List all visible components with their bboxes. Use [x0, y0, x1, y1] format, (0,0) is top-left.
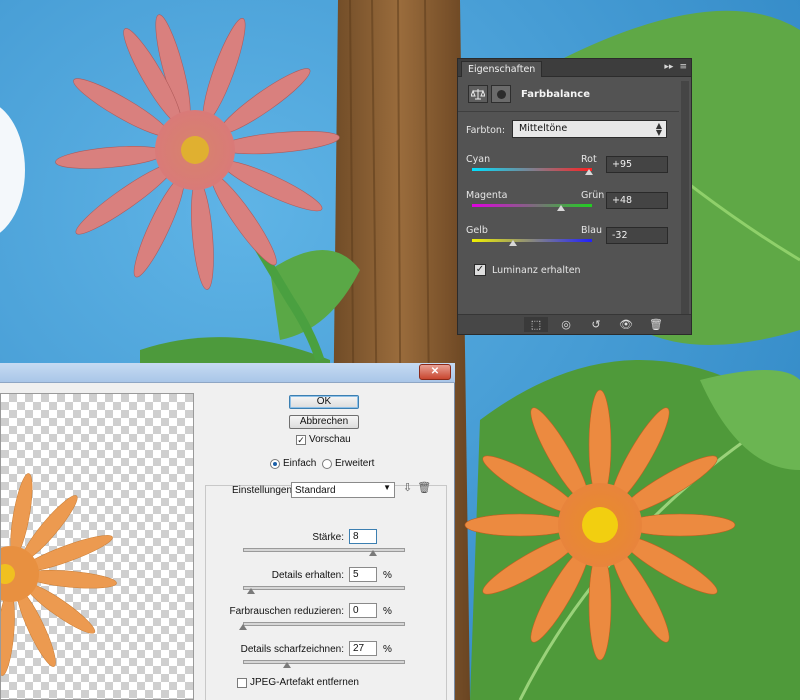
ok-button[interactable]: OK [289, 395, 359, 409]
param-input[interactable]: 5 [349, 567, 377, 582]
settings-group [205, 485, 447, 700]
param-label: Stärke: [312, 532, 344, 543]
trash-icon[interactable]: 🗑 [644, 317, 668, 332]
adjustment-title: Farbbalance [521, 88, 590, 100]
preview-label: Vorschau [309, 434, 351, 445]
jpeg-checkbox-row[interactable]: JPEG-Artefakt entfernen [237, 677, 359, 688]
slider-track[interactable] [472, 239, 592, 242]
slider-thumb[interactable] [556, 205, 565, 211]
param-input[interactable]: 0 [349, 603, 377, 618]
luminance-checkbox[interactable]: ✓ [474, 264, 486, 276]
param-label: Details scharfzeichnen: [240, 644, 344, 655]
tab-eigenschaften[interactable]: Eigenschaften [461, 61, 543, 77]
mode-advanced-radio-row[interactable]: Erweitert [322, 458, 374, 469]
slider-right-label: Rot [581, 154, 597, 165]
visibility-eye-icon[interactable]: 👁 [614, 317, 638, 332]
slider-right-label: Blau [581, 225, 602, 236]
layer-mask-icon[interactable] [491, 85, 511, 103]
param-slider-thumb[interactable] [368, 550, 377, 556]
param-unit: % [383, 606, 392, 617]
updown-arrow-icon: ▲ ▼ [655, 121, 662, 137]
adjustment-header: Farbbalance [468, 85, 590, 103]
jpeg-label: JPEG-Artefakt entfernen [250, 677, 359, 688]
tone-label: Farbton: [466, 125, 506, 136]
slider-track[interactable] [472, 204, 592, 207]
settings-select[interactable]: Standard ▼ [291, 482, 395, 498]
slider-left-label: Magenta [466, 190, 508, 201]
slider-thumb[interactable] [585, 169, 593, 175]
param-slider-track[interactable] [243, 586, 405, 590]
panel-footer: ⬚ ◎ ↺ 👁 🗑 [458, 314, 691, 334]
param-slider-track[interactable] [243, 660, 405, 664]
mode-advanced-label: Erweitert [335, 458, 375, 469]
clip-to-layer-icon[interactable]: ⬚ [524, 317, 548, 332]
slider-left-label: Cyan [466, 154, 491, 165]
slider-value-input[interactable]: +48 [606, 192, 668, 209]
param-unit: % [383, 570, 392, 581]
preview-checkbox-row[interactable]: ✓ Vorschau [296, 434, 351, 445]
param-slider-thumb[interactable] [239, 624, 247, 630]
mode-simple-radio[interactable] [270, 458, 280, 469]
luminance-checkbox-row[interactable]: ✓ Luminanz erhalten [474, 264, 581, 276]
param-slider-track[interactable] [243, 622, 405, 626]
chevron-down-icon: ▼ [383, 483, 391, 492]
view-previous-state-icon[interactable]: ◎ [554, 317, 578, 332]
preview-area[interactable] [0, 393, 194, 700]
preview-checkbox[interactable]: ✓ [296, 434, 306, 445]
tone-select[interactable]: Mitteltöne ▲ ▼ [512, 120, 667, 138]
panel-tabbar: Eigenschaften ▸▸ ≡ [458, 59, 691, 77]
reset-icon[interactable]: ↺ [584, 317, 608, 332]
mode-simple-label: Einfach [283, 458, 317, 469]
mode-simple-radio-row[interactable]: Einfach [270, 458, 316, 469]
param-input[interactable]: 8 [349, 529, 377, 544]
param-label: Farbrauschen reduzieren: [229, 606, 344, 617]
cancel-button[interactable]: Abbrechen [289, 415, 359, 429]
tone-select-value: Mitteltöne [519, 123, 568, 134]
mode-advanced-radio[interactable] [322, 458, 332, 469]
slider-value-input[interactable]: +95 [606, 156, 668, 173]
param-unit: % [383, 644, 392, 655]
dialog-titlebar[interactable]: ✕ [0, 363, 455, 383]
properties-panel: Eigenschaften ▸▸ ≡ Farbbalance Farbton: … [457, 58, 692, 335]
close-button[interactable]: ✕ [419, 364, 451, 380]
panel-menu-icon[interactable]: ≡ [679, 62, 687, 72]
settings-label: Einstellungen: [232, 485, 295, 496]
save-settings-icon[interactable]: ⇩ [403, 481, 412, 494]
jpeg-checkbox[interactable] [237, 677, 247, 688]
delete-settings-icon[interactable]: 🗑 [417, 481, 431, 494]
slider-right-label: Grün [581, 190, 605, 201]
slider-thumb[interactable] [508, 240, 517, 246]
panel-scrollbar[interactable] [681, 81, 689, 315]
color-balance-icon[interactable] [468, 85, 488, 103]
settings-select-value: Standard [295, 485, 336, 496]
param-label: Details erhalten: [271, 570, 344, 581]
divider [458, 111, 679, 112]
reduce-noise-dialog: ✕ OK Abbrechen ✓ Vorschau Einfach Erweit… [0, 363, 455, 700]
slider-left-label: Gelb [466, 225, 488, 236]
slider-track[interactable] [472, 168, 592, 171]
slider-value-input[interactable]: -32 [606, 227, 668, 244]
collapse-panel-icon[interactable]: ▸▸ [664, 62, 673, 72]
param-input[interactable]: 27 [349, 641, 377, 656]
param-slider-thumb[interactable] [247, 588, 256, 594]
luminance-label: Luminanz erhalten [492, 264, 581, 276]
preview-image [1, 473, 117, 676]
param-slider-track[interactable] [243, 548, 405, 552]
param-slider-thumb[interactable] [282, 662, 291, 668]
